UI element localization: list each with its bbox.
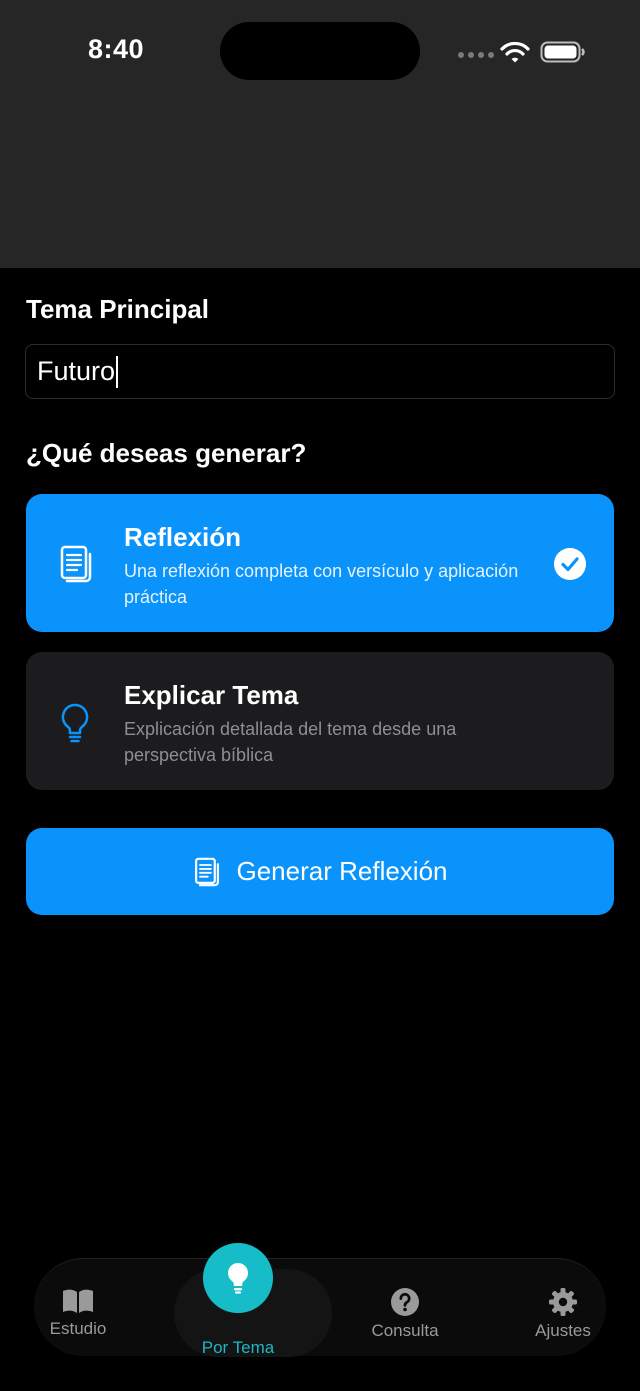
wifi-icon (500, 41, 530, 63)
document-icon (60, 545, 92, 583)
header-area: 8:40 (0, 0, 640, 268)
tab-bar: Estudio Consulta Ajustes (34, 1258, 606, 1357)
book-icon (63, 1289, 93, 1313)
tab-label: Estudio (49, 1319, 107, 1338)
topic-input[interactable]: Futuro (25, 344, 615, 399)
option-reflexion[interactable]: Reflexión Una reflexión completa con ver… (26, 494, 614, 632)
tab-consulta[interactable]: Consulta (354, 1283, 456, 1341)
lightbulb-icon (61, 703, 89, 743)
question-icon (391, 1288, 419, 1316)
tab-estudio[interactable]: Estudio (34, 1283, 122, 1339)
generate-question-label: ¿Qué deseas generar? (26, 438, 307, 468)
option-explicar-tema[interactable]: Explicar Tema Explicación detallada del … (26, 652, 614, 790)
cellular-signal-icon (458, 52, 494, 58)
option-title: Reflexión (124, 522, 242, 552)
document-icon (194, 857, 219, 886)
gear-icon (549, 1288, 577, 1316)
topic-label: Tema Principal (26, 294, 210, 324)
tab-label: Consulta (371, 1321, 439, 1340)
dynamic-island (220, 22, 420, 80)
tab-ajustes[interactable]: Ajustes (528, 1283, 598, 1341)
checkmark-icon (554, 548, 586, 580)
topic-input-value: Futuro (37, 356, 116, 386)
status-time: 8:40 (88, 34, 145, 64)
option-description: Explicación detallada del tema desde una… (124, 719, 457, 765)
battery-icon (540, 41, 585, 63)
tab-label: Ajustes (535, 1321, 591, 1340)
generate-button-label: Generar Reflexión (236, 856, 448, 886)
tab-label-por-tema[interactable]: Por Tema (188, 1338, 288, 1358)
option-description: Una reflexión completa con versículo y a… (124, 561, 519, 607)
lightbulb-icon (228, 1263, 248, 1294)
screen: 8:40 Tema Principal Futuro ¿Qué deseas g… (0, 0, 640, 1391)
generate-button[interactable]: Generar Reflexión (26, 828, 614, 915)
text-caret (116, 355, 119, 388)
option-title: Explicar Tema (124, 680, 299, 710)
tab-por-tema[interactable] (203, 1243, 273, 1313)
